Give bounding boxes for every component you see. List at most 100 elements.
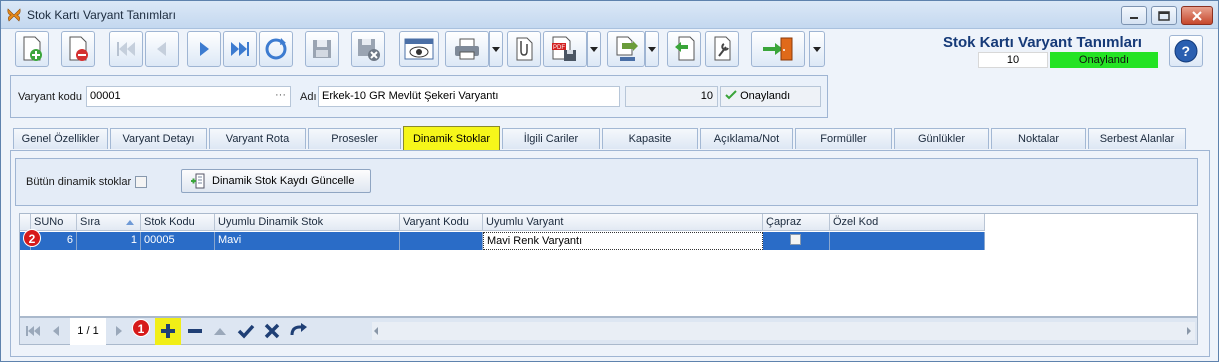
horizontal-scrollbar[interactable] [372,322,1195,340]
marker-two: 2 [23,229,41,247]
exit-dropdown-button[interactable] [809,31,825,67]
preview-button[interactable] [399,31,439,67]
nav-edit-button[interactable] [211,322,229,340]
new-document-icon [23,36,42,61]
tools-button[interactable] [705,31,739,67]
cancel-save-button[interactable] [351,31,385,67]
print-dropdown-button[interactable] [489,31,503,67]
update-dynamic-stock-label: Dinamik Stok Kaydı Güncelle [212,175,355,187]
tab-varyant-rota[interactable]: Varyant Rota [209,128,306,149]
eye-icon [404,38,434,60]
delete-record-button[interactable] [61,31,95,67]
col-stok-kodu-header[interactable]: Stok Kodu [141,214,215,231]
cell-sira[interactable]: 1 [77,232,141,250]
update-dynamic-stock-button[interactable]: Dinamik Stok Kaydı Güncelle [181,169,371,193]
nav-first-button[interactable] [24,322,42,340]
tab-kapasite[interactable]: Kapasite [602,128,698,149]
col-varyant-kodu-header[interactable]: Varyant Kodu [400,214,483,231]
save-button[interactable] [305,31,339,67]
cell-uyumlu-dinamik-stok[interactable]: Mavi [215,232,400,250]
nav-cancel-button[interactable] [263,322,281,340]
chevron-down-icon [813,46,821,52]
col-capraz-header[interactable]: Çapraz [763,214,830,231]
export-dropdown-button[interactable] [645,31,659,67]
main-window: Stok Kartı Varyant Tanımları PDF Stok Ka… [0,0,1219,362]
tab-ilgili-cariler[interactable]: İlgili Cariler [502,128,600,149]
nav-prev-button[interactable] [47,322,65,340]
scroll-right-icon[interactable] [1185,326,1193,336]
pdf-dropdown-button[interactable] [587,31,601,67]
import-button[interactable] [667,31,701,67]
variant-count-field: 10 [625,86,718,107]
tab-varyant-detayi[interactable]: Varyant Detayı [110,128,207,149]
capraz-checkbox[interactable] [790,234,801,245]
first-icon [26,326,40,336]
ellipsis-icon[interactable]: ··· [275,86,286,105]
new-record-button[interactable] [15,31,49,67]
all-dynamic-stocks-label: Bütün dinamik stoklar [26,176,132,188]
export-button[interactable] [607,31,645,67]
butterfly-icon [7,8,21,22]
cell-capraz[interactable] [763,232,830,250]
svg-text:PDF: PDF [553,45,565,51]
close-button[interactable] [1181,6,1213,25]
pdf-button[interactable]: PDF [543,31,587,67]
prev-icon [53,326,59,336]
window-title: Stok Kartı Varyant Tanımları [27,8,176,22]
minimize-button[interactable] [1121,6,1147,25]
cell-uyumlu-varyant[interactable]: Mavi Renk Varyantı [483,232,763,250]
next-record-button[interactable] [187,31,221,67]
delete-document-icon [69,36,88,61]
cell-ozel-kod[interactable] [830,232,985,250]
nav-add-button[interactable] [159,322,177,340]
nav-delete-button[interactable] [186,322,204,340]
tab-aciklama-not[interactable]: Açıklama/Not [700,128,793,149]
tab-dinamik-stoklar[interactable]: Dinamik Stoklar [403,126,500,150]
dynamic-stocks-grid: SUNo Sıra Stok Kodu Uyumlu Dinamik Stok … [19,213,1198,317]
nav-post-button[interactable] [237,322,255,340]
variant-name-label: Adı [300,91,317,103]
first-record-button[interactable] [109,31,143,67]
help-icon: ? [1174,39,1198,63]
page-title: Stok Kartı Varyant Tanımları [943,34,1142,51]
tab-genel-ozellikler[interactable]: Genel Özellikler [13,128,108,149]
next-icon [116,326,122,336]
title-bar: Stok Kartı Varyant Tanımları [1,1,1218,29]
all-dynamic-stocks-checkbox[interactable] [135,176,147,188]
tab-prosesler[interactable]: Prosesler [308,128,401,149]
col-uyumlu-dinamik-stok-header[interactable]: Uyumlu Dinamik Stok [215,214,400,231]
import-icon [675,36,695,61]
refresh-button[interactable] [259,31,293,67]
scroll-left-icon[interactable] [372,326,380,336]
variant-name-field[interactable]: Erkek-10 GR Mevlüt Şekeri Varyantı [318,86,620,107]
maximize-button[interactable] [1151,6,1177,25]
col-ozel-kod-header[interactable]: Özel Kod [830,214,985,231]
cell-varyant-kodu[interactable] [400,232,483,250]
variant-code-field[interactable]: 00001 ··· [86,86,291,107]
nav-refresh-button[interactable] [289,322,307,340]
chevron-down-icon [590,46,598,52]
refresh-icon [290,323,307,336]
col-suno-header[interactable]: SUNo [31,214,77,231]
exit-button[interactable] [751,31,805,67]
next-icon [200,42,209,56]
export-icon [616,36,638,61]
prev-record-button[interactable] [145,31,179,67]
checkmark-icon [237,324,255,339]
attach-button[interactable] [507,31,541,67]
print-button[interactable] [445,31,489,67]
tab-gunlukler[interactable]: Günlükler [894,128,989,149]
col-sira-header[interactable]: Sıra [77,214,141,231]
pdf-icon: PDF [552,36,576,61]
grid-navigator: 1 / 1 [19,317,1198,345]
variant-name-value: Erkek-10 GR Mevlüt Şekeri Varyantı [322,90,499,102]
col-uyumlu-varyant-header[interactable]: Uyumlu Varyant [483,214,763,231]
last-record-button[interactable] [223,31,257,67]
tab-noktalar[interactable]: Noktalar [991,128,1086,149]
tab-serbest-alanlar[interactable]: Serbest Alanlar [1088,128,1186,149]
cell-stok-kodu[interactable]: 00005 [141,232,215,250]
approval-status-value: Onaylandı [740,90,791,102]
help-button[interactable]: ? [1169,35,1203,67]
nav-next-button[interactable] [110,322,128,340]
tab-formuller[interactable]: Formüller [795,128,892,149]
